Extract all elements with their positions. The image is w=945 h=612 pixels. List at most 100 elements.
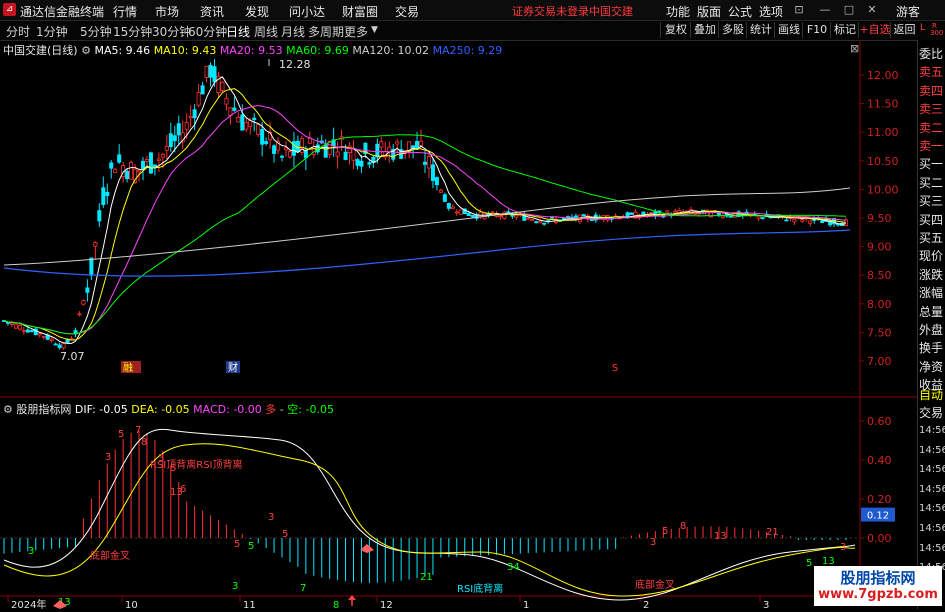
period-tab-60min[interactable]: 60分钟 [188,23,227,40]
legend-ma10: MA10: 9.43 [153,44,217,57]
quote-side-panel: L R 300 委比 卖五 卖四 卖三 卖二 卖一 买一 买二 买三 买四 买五 现价 涨跌 涨幅 总量 外盘… [917,22,945,609]
candle-body [184,122,189,130]
period-tab-intraday[interactable]: 分时 [6,23,30,40]
indicator-annotation: RSI底背离 [457,582,503,595]
period-tab-30min[interactable]: 30分钟 [152,23,191,40]
kline-chart-svg[interactable]: 12.0011.5011.0010.5010.009.509.008.508.0… [0,40,917,611]
menu-discover[interactable]: 发现 [245,3,269,20]
period-tab-daily[interactable]: 日线 [226,23,250,40]
app-window: ⊿ 通达信金融终端 行情 市场 资讯 发现 问小达 财富圈 交易 证券交易未登录… [0,0,945,611]
menu-ask[interactable]: 问小达 [289,3,325,20]
tool-f10[interactable]: F10 [802,22,831,38]
candle-body [760,217,765,219]
indicator-annotation: 8 [141,437,147,448]
main-pane-collapse-icon[interactable]: ⊠ [850,42,859,55]
window-maximize-icon[interactable]: □ [842,3,856,16]
chart-area[interactable]: 12.00 11.50 11.00 10.50 10.00 9.50 9.00 8.50 8.0… [0,40,917,611]
candle-body [820,220,825,224]
indicator-annotation: 21 [766,527,779,538]
period-tab-1min[interactable]: 1分钟 [36,23,68,40]
candle-body [240,114,245,131]
indicator-annotation: 3 [840,542,846,553]
candle-body [244,122,249,130]
app-title: 通达信金融终端 [20,5,105,19]
side-label2-1[interactable]: 交易 [919,404,945,421]
period-tab-weekly[interactable]: 周线 [254,23,278,40]
menu-options[interactable]: 选项 [759,3,783,20]
candle-body [426,156,431,169]
indicator-annotation: 21 [420,572,433,583]
candle-body [25,329,30,333]
candle-body [442,194,447,202]
period-tab-5min[interactable]: 5分钟 [80,23,112,40]
window-close-icon[interactable]: ✕ [865,3,879,16]
menu-formula[interactable]: 公式 [728,3,752,20]
candle-body [784,219,789,222]
side-label2-0[interactable]: 自动 [919,386,945,403]
candle-body [41,335,46,338]
indicator-gear-icon[interactable]: ⚙ [3,403,13,416]
candle-body [200,85,205,95]
tool-restore-rights[interactable]: 复权 [660,22,691,38]
period-tab-multi[interactable]: 多周期 [308,23,344,40]
menu-news[interactable]: 资讯 [200,3,224,20]
tool-overlay[interactable]: 叠加 [690,22,719,38]
indicator-annotation: 底部金叉 [90,549,130,562]
tool-back[interactable]: 返回 [890,22,918,38]
tool-add-watchlist[interactable]: +自选 [858,22,891,38]
candle-body [530,219,535,222]
legend-gear-icon[interactable]: ⚙ [81,44,91,57]
more-dropdown-icon[interactable]: ▼ [371,25,378,35]
indicator-annotation: 3 [105,452,111,463]
period-tab-monthly[interactable]: 月线 [281,23,305,40]
candle-body [13,323,18,329]
candle-body [367,162,372,165]
candle-body [17,325,22,330]
tool-mark[interactable]: 标记 [830,22,859,38]
tool-multi-stock[interactable]: 多股 [718,22,747,38]
candle-body [272,145,277,154]
side-corner-num: 300 [930,29,944,37]
tool-draw-line[interactable]: 画线 [774,22,803,38]
side-label-7: 买二 [919,175,944,190]
indicator-name[interactable]: 股朋指标网 [16,403,71,416]
candle-body [129,162,134,180]
indicator-annotation: 5 [806,558,812,569]
legend-ma20: MA20: 9.53 [219,44,283,57]
guest-button[interactable]: 游客 [896,3,920,20]
candle-body [21,329,26,332]
indicator-legend: ⚙ 股朋指标网 DIF: -0.05 DEA: -0.05 MACD: -0.0… [3,401,334,417]
trade-time-0: 14:56 [919,425,945,436]
macd-tick-label: 0.40 [867,454,892,467]
login-notice[interactable]: 证券交易未登录 [512,3,589,19]
period-tab-15min[interactable]: 15分钟 [113,23,152,40]
tool-statistics[interactable]: 统计 [746,22,775,38]
trade-time-6: 14:56 [919,542,945,554]
candle-body [379,141,384,148]
menu-layout[interactable]: 版面 [697,3,721,20]
candle-body [387,146,392,153]
menu-wealth[interactable]: 财富圈 [342,3,378,20]
candle-body [53,343,58,346]
macd-current-value: 0.12 [867,511,889,522]
candle-body [141,160,146,169]
menu-market[interactable]: 市场 [155,3,179,20]
window-restore-icon[interactable]: ⊡ [792,3,806,16]
candle-body [538,220,543,224]
menu-function[interactable]: 功能 [666,3,690,20]
tag-margin-label: 融 [123,362,133,374]
period-tab-more[interactable]: 更多 [344,23,368,40]
window-minimize-icon[interactable]: — [818,3,832,16]
menu-quotes[interactable]: 行情 [113,3,137,20]
indicator-annotation: 3 [28,546,34,557]
ma5-line [3,76,847,344]
candle-body [502,211,507,219]
side-label-17: 净资 [919,359,944,374]
candle-body [355,159,360,166]
price-tick-label: 10.00 [867,183,899,196]
side-label-11: 现价 [919,249,944,264]
candle-body [49,338,54,341]
menu-trade[interactable]: 交易 [395,3,419,20]
candle-body [844,219,849,227]
candle-body [29,330,34,333]
